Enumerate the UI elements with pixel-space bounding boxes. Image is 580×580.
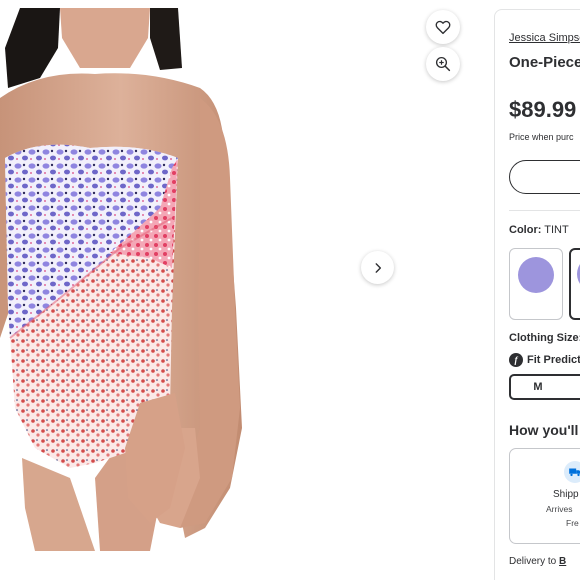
- delivery-location: Delivery to B: [509, 556, 566, 567]
- size-label: Clothing Size:: [509, 332, 580, 344]
- color-swatch: [518, 257, 554, 293]
- truck-icon: [564, 461, 580, 483]
- product-price: $89.99: [509, 97, 577, 122]
- color-label: Color: TINT: [509, 224, 569, 236]
- favorite-button[interactable]: [426, 10, 460, 44]
- next-image-button[interactable]: [361, 251, 394, 284]
- zoom-in-icon: [435, 56, 451, 72]
- color-value: TINT: [544, 224, 569, 236]
- heart-icon: [435, 20, 451, 35]
- delivery-prefix: Delivery to: [509, 556, 557, 567]
- shipping-free: Fre: [566, 518, 579, 528]
- product-title: One-Piece: [509, 54, 580, 71]
- purchase-option-button[interactable]: [509, 160, 580, 194]
- product-info-panel: Jessica Simpso One-Piece $89.99 Price wh…: [494, 9, 580, 580]
- chevron-right-icon: [375, 262, 381, 273]
- shipping-option-card[interactable]: Shipp Arrives Fre: [509, 448, 580, 544]
- fit-predictor-icon: f: [509, 353, 523, 367]
- product-image-gallery: [0, 0, 494, 580]
- size-option-selected[interactable]: M: [509, 374, 580, 400]
- zoom-button[interactable]: [426, 47, 460, 81]
- fulfillment-title: How you'll: [509, 422, 579, 438]
- divider: [509, 210, 580, 211]
- price-note: Price when purc: [509, 132, 574, 142]
- delivery-location-link[interactable]: B: [559, 556, 566, 567]
- fit-predictor-label: Fit Predict: [527, 354, 580, 366]
- color-label-text: Color:: [509, 224, 542, 236]
- color-swatch-option[interactable]: [509, 248, 563, 320]
- fit-predictor[interactable]: f Fit Predict: [509, 353, 580, 367]
- shipping-label: Shipp: [553, 489, 579, 500]
- product-photo[interactable]: [0, 8, 242, 551]
- brand-link[interactable]: Jessica Simpso: [509, 32, 580, 44]
- shipping-arrives: Arrives: [546, 504, 573, 514]
- color-swatch-option-selected[interactable]: [569, 248, 580, 320]
